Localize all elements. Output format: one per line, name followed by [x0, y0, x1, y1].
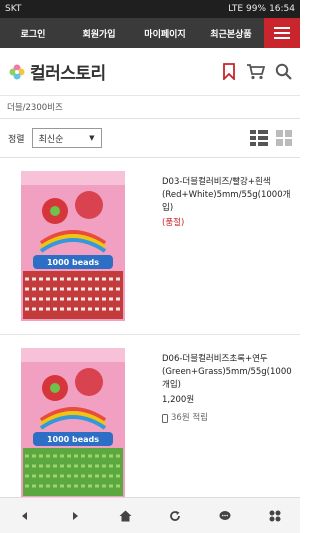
bead-pack-image: 1000 beads: [21, 348, 125, 498]
browser-bottom-bar: [0, 497, 300, 533]
home-button[interactable]: [110, 501, 140, 531]
phone-icon: [162, 414, 168, 423]
product-info: D03-더블컬러비즈/빨강+흰색(Red+White)5mm/55g(1000개…: [138, 170, 292, 322]
back-arrow-icon: [22, 511, 27, 520]
product-price: 1,200원: [162, 395, 195, 405]
list-view-icon[interactable]: [250, 130, 268, 146]
points-info: 36원 적립: [162, 412, 292, 425]
dropdown-arrow-icon: ▼: [89, 134, 95, 142]
sort-selected-value: 최신순: [38, 134, 64, 145]
forward-arrow-icon: [73, 511, 78, 520]
product-name[interactable]: D03-더블컬러비즈/빨강+흰색(Red+White)5mm/55g(1000개…: [162, 176, 292, 215]
site-logo[interactable]: 컬러스토리: [8, 59, 222, 84]
bookmark-icon[interactable]: [222, 63, 236, 80]
status-bar: SKT LTE 99% 16:54: [0, 0, 300, 18]
list-toolbar: 정렬 최신순 ▼: [0, 118, 300, 158]
bead-pack-image: 1000 beads: [21, 171, 125, 321]
refresh-icon: [170, 510, 180, 521]
product-image[interactable]: 1000 beads: [8, 170, 138, 322]
nav-mypage[interactable]: 마이페이지: [132, 18, 198, 48]
pack-label: 1000 beads: [47, 435, 99, 444]
view-toggle: [250, 130, 292, 146]
site-header: 컬러스토리: [0, 48, 300, 96]
apps-button[interactable]: [260, 501, 290, 531]
product-info: D06-더블컬러비즈초록+연두(Green+Grass)5mm/55g(1000…: [138, 347, 292, 499]
product-image[interactable]: 1000 beads: [8, 347, 138, 499]
status-indicators: LTE 99% 16:54: [228, 4, 295, 14]
menu-line: [274, 32, 290, 34]
header-actions: [222, 63, 292, 80]
search-icon[interactable]: [275, 63, 292, 80]
cart-icon[interactable]: [246, 63, 265, 80]
product-name[interactable]: D06-더블컬러비즈초록+연두(Green+Grass)5mm/55g(1000…: [162, 353, 292, 392]
chat-button[interactable]: [210, 501, 240, 531]
soldout-badge: (품절): [162, 218, 185, 228]
refresh-button[interactable]: [160, 501, 190, 531]
logo-text: 컬러스토리: [30, 64, 106, 84]
breadcrumb: 더블/2300비즈: [7, 103, 63, 113]
menu-line: [274, 27, 290, 29]
nav-recent[interactable]: 최근본상품: [198, 18, 264, 48]
apps-icon: [269, 510, 281, 521]
sort-label: 정렬: [8, 134, 25, 145]
network-label: LTE: [228, 4, 244, 14]
clock-label: 16:54: [269, 4, 295, 14]
hamburger-menu-button[interactable]: [264, 18, 300, 48]
nav-signup[interactable]: 회원가입: [66, 18, 132, 48]
sort-select[interactable]: 최신순 ▼: [31, 128, 102, 148]
points-label: 36원 적립: [171, 413, 208, 423]
chat-icon: [219, 510, 231, 520]
top-nav: 로그인 회원가입 마이페이지 최근본상품: [0, 18, 300, 48]
product-item[interactable]: 1000 beads D03-더블컬러비즈/빨강+흰색(Red+White)5m…: [0, 158, 300, 335]
carrier-label: SKT: [5, 4, 22, 14]
flower-logo-icon: [9, 64, 25, 79]
battery-label: 99%: [246, 4, 267, 14]
menu-line: [274, 37, 290, 39]
forward-button[interactable]: [60, 501, 90, 531]
product-item[interactable]: 1000 beads D06-더블컬러비즈초록+연두(Green+Grass)5…: [0, 335, 300, 512]
pack-label: 1000 beads: [47, 258, 99, 267]
grid-view-icon[interactable]: [276, 130, 292, 146]
back-button[interactable]: [10, 501, 40, 531]
home-icon: [119, 510, 131, 521]
nav-login[interactable]: 로그인: [0, 18, 66, 48]
